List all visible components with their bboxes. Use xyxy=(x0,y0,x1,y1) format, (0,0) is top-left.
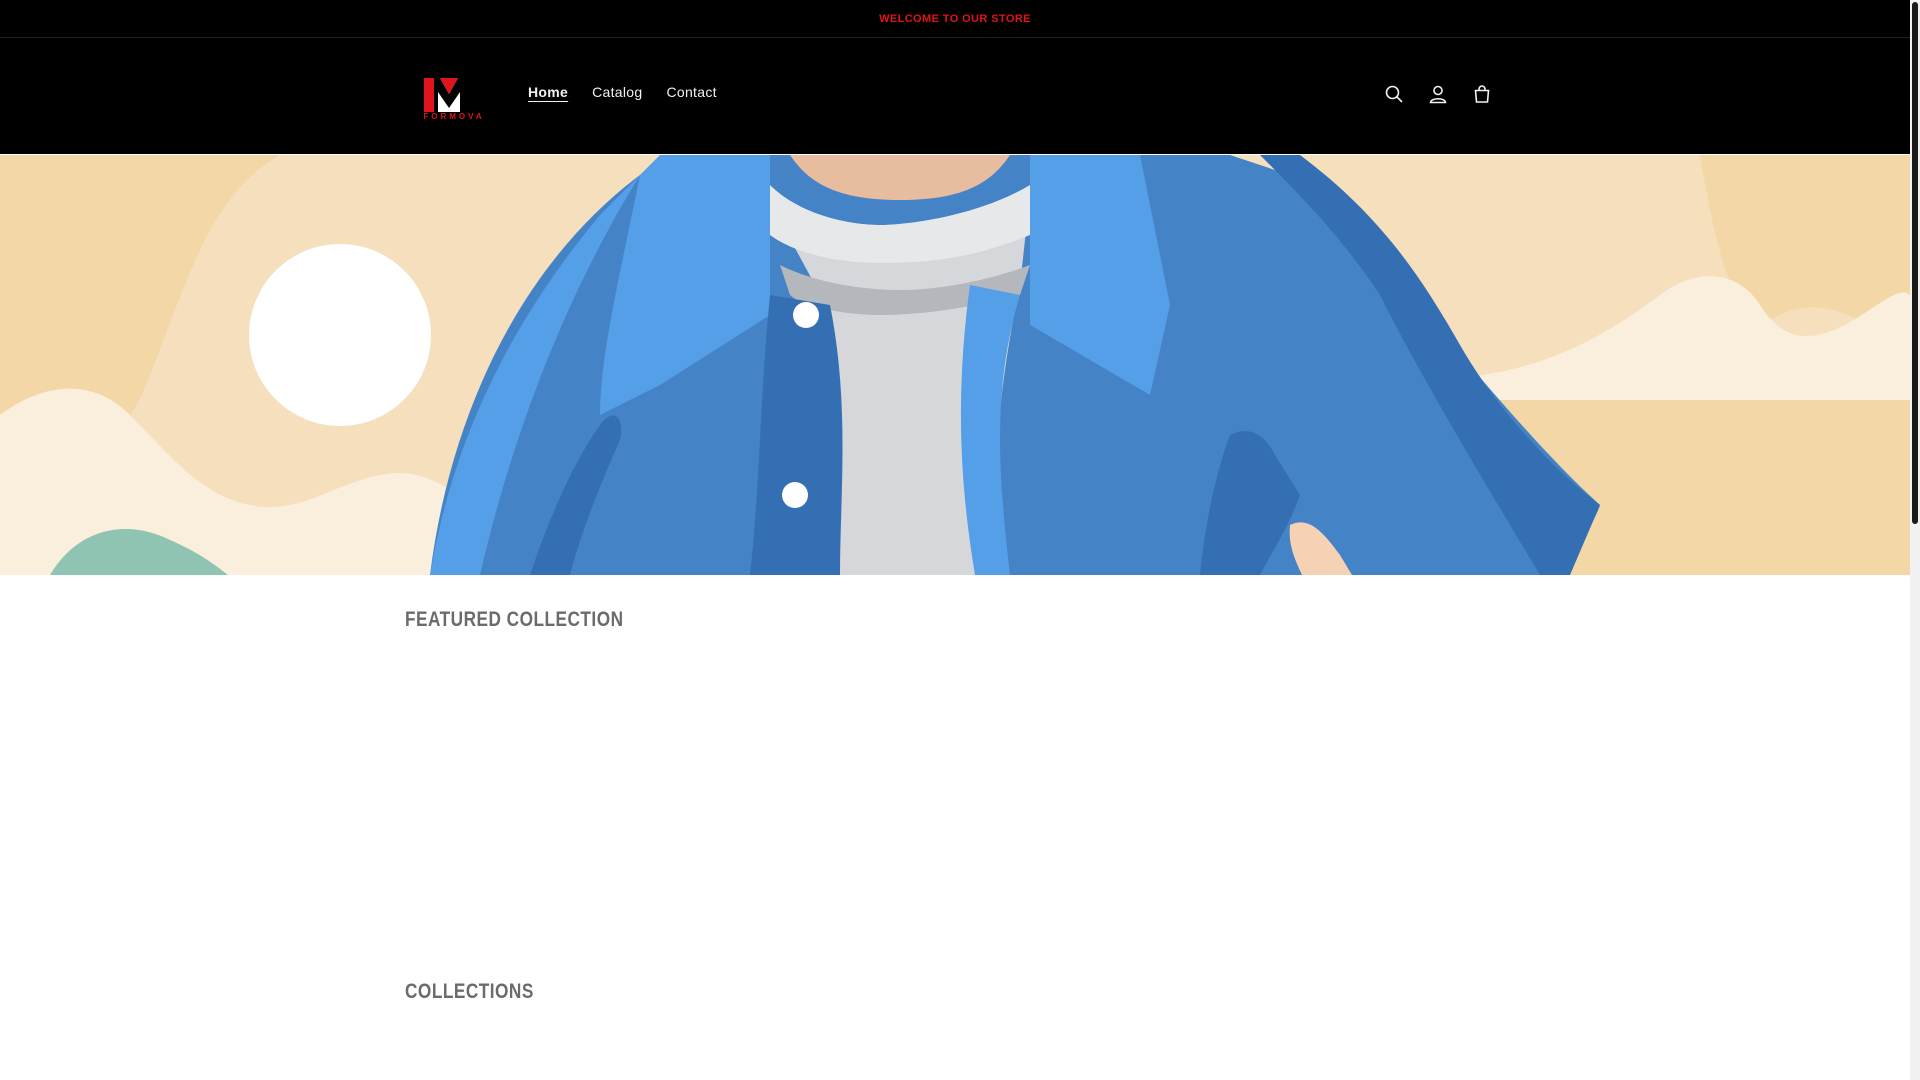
store-logo[interactable]: FORMOVA xyxy=(414,76,486,122)
cart-icon[interactable] xyxy=(1466,78,1498,110)
site-header: FORMOVA Home Catalog Contact xyxy=(0,38,1910,154)
page-scrollbar[interactable] xyxy=(1910,0,1920,1080)
scrollbar-thumb[interactable] xyxy=(1912,2,1918,524)
hero-banner xyxy=(0,155,1910,575)
nav-home[interactable]: Home xyxy=(528,84,568,100)
announcement-bar: WELCOME TO OUR STORE xyxy=(0,0,1910,38)
featured-collection-title: Featured collection xyxy=(405,608,624,631)
main-nav: Home Catalog Contact xyxy=(528,84,717,100)
header-icons xyxy=(1378,78,1498,110)
page: WELCOME TO OUR STORE FORMOVA Home Catalo… xyxy=(0,0,1910,1080)
search-icon[interactable] xyxy=(1378,78,1410,110)
announcement-text: WELCOME TO OUR STORE xyxy=(879,12,1031,25)
nav-contact[interactable]: Contact xyxy=(666,84,716,100)
nav-catalog[interactable]: Catalog xyxy=(592,84,642,100)
collections-title: Collections xyxy=(405,980,534,1003)
hero-illustration xyxy=(0,155,1910,575)
account-icon[interactable] xyxy=(1422,78,1454,110)
logo-wordmark: FORMOVA xyxy=(423,112,485,121)
